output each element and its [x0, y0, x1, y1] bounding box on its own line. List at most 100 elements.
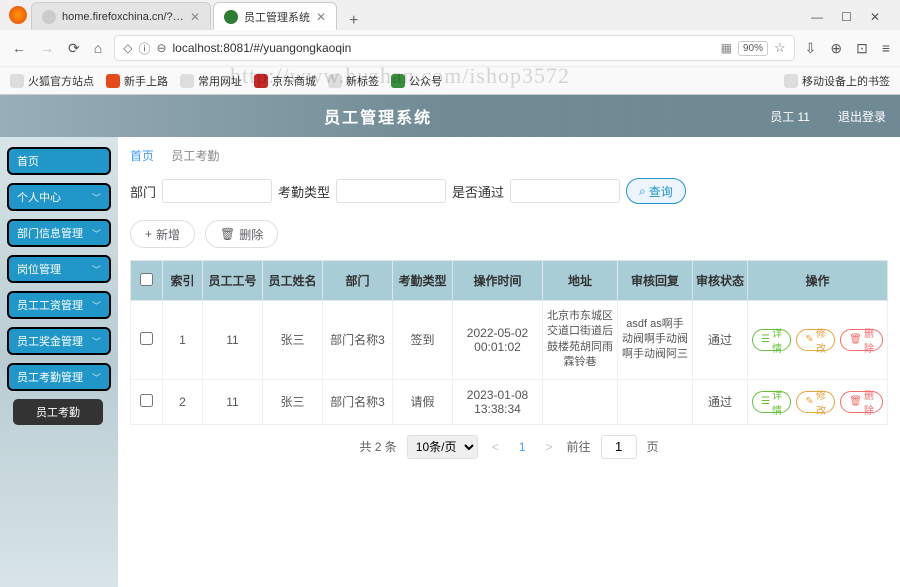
goto-page-input[interactable] [601, 435, 637, 459]
reader-icon[interactable]: ▦ [721, 41, 732, 55]
col-reply: 审核回复 [618, 261, 693, 301]
chevron-down-icon: ﹀ [92, 299, 101, 312]
cell-reply: asdf as啊手动阀啊手动阀啊手动阀阿三 [618, 301, 693, 380]
page-size-select[interactable]: 10条/页 [407, 435, 478, 459]
select-all-checkbox[interactable] [140, 273, 153, 286]
filter-type-input[interactable] [336, 179, 446, 203]
col-index: 索引 [163, 261, 203, 301]
col-addr: 地址 [543, 261, 618, 301]
browser-tab[interactable]: home.firefoxchina.cn/?from=ext ✕ [31, 2, 211, 30]
zoom-level[interactable]: 90% [738, 41, 768, 56]
filter-pass-input[interactable] [510, 179, 620, 203]
cell-addr [543, 379, 618, 424]
browser-chrome: home.firefoxchina.cn/?from=ext ✕ 员工管理系统 … [0, 0, 900, 95]
sidebar-item-home[interactable]: 首页 [7, 147, 111, 175]
sidebar-item-bonus[interactable]: 员工奖金管理﹀ [7, 327, 111, 355]
app-title: 员工管理系统 [0, 104, 756, 128]
sidebar-item-salary[interactable]: 员工工资管理﹀ [7, 291, 111, 319]
add-button[interactable]: +新增 [130, 220, 195, 248]
minimize-icon[interactable]: — [811, 10, 823, 24]
row-edit-button[interactable]: ✎ 修改 [796, 391, 835, 413]
query-button[interactable]: ⌕查询 [626, 178, 686, 204]
prev-page-icon[interactable]: < [488, 440, 503, 454]
delete-button[interactable]: 🗑删除 [205, 220, 278, 248]
row-delete-button[interactable]: 🗑 删除 [840, 329, 883, 351]
new-tab-button[interactable]: + [339, 12, 368, 30]
filter-bar: 部门 考勤类型 是否通过 ⌕查询 [130, 178, 888, 204]
back-icon[interactable]: ← [10, 40, 28, 56]
account-icon[interactable]: ⊕ [830, 40, 842, 57]
row-delete-button[interactable]: 🗑 删除 [840, 391, 883, 413]
breadcrumb-current: 员工考勤 [171, 149, 219, 163]
close-window-icon[interactable]: ✕ [870, 10, 880, 24]
download-icon[interactable]: ⇩ [805, 40, 817, 57]
bookmark-item[interactable]: 新标签 [328, 73, 379, 89]
filter-dept-label: 部门 [130, 182, 156, 201]
page-icon [391, 74, 405, 88]
row-edit-button[interactable]: ✎ 修改 [796, 329, 835, 351]
mobile-bookmarks[interactable]: 移动设备上的书签 [784, 73, 890, 89]
next-page-icon[interactable]: > [542, 440, 557, 454]
bookmark-item[interactable]: 火狐官方站点 [10, 73, 94, 89]
sidebar-item-dept[interactable]: 部门信息管理﹀ [7, 219, 111, 247]
cell-empno: 11 [203, 301, 263, 380]
close-icon[interactable]: ✕ [190, 10, 200, 24]
cell-dept: 部门名称3 [323, 301, 393, 380]
cell-index: 2 [163, 379, 203, 424]
tab-title: 员工管理系统 [244, 9, 310, 25]
cell-time: 2023-01-08 13:38:34 [453, 379, 543, 424]
mobile-icon [784, 74, 798, 88]
home-icon[interactable]: ⌂ [92, 40, 104, 56]
col-empno: 员工工号 [203, 261, 263, 301]
cell-addr: 北京市东城区交道口街道后鼓楼苑胡同雨霖铃巷 [543, 301, 618, 380]
current-page[interactable]: 1 [513, 440, 532, 454]
info-icon: ⓘ [138, 40, 150, 57]
cell-empno: 11 [203, 379, 263, 424]
col-type: 考勤类型 [393, 261, 453, 301]
bookmark-item[interactable]: 常用网址 [180, 73, 242, 89]
bookmark-star-icon[interactable]: ☆ [774, 40, 786, 56]
page-suffix: 页 [647, 438, 659, 455]
shield-icon: ◇ [123, 41, 132, 55]
favicon-icon [224, 10, 238, 24]
sidebar-sub-attendance[interactable]: 员工考勤 [13, 399, 103, 425]
browser-tabbar: home.firefoxchina.cn/?from=ext ✕ 员工管理系统 … [0, 0, 900, 30]
bookmark-item[interactable]: 新手上路 [106, 73, 168, 89]
browser-tab-active[interactable]: 员工管理系统 ✕ [213, 2, 337, 30]
sidebar-item-attendance[interactable]: 员工考勤管理﹀ [7, 363, 111, 391]
url-input[interactable]: ◇ ⓘ ⊖ localhost:8081/#/yuangongkaoqin ▦ … [114, 35, 794, 61]
col-dept: 部门 [323, 261, 393, 301]
url-text: localhost:8081/#/yuangongkaoqin [173, 41, 715, 55]
trash-icon: 🗑 [849, 334, 862, 345]
extension-icon[interactable]: ⊡ [856, 40, 868, 57]
col-status: 审核状态 [693, 261, 748, 301]
row-detail-button[interactable]: ☰ 详情 [752, 329, 791, 351]
row-checkbox[interactable] [140, 394, 153, 407]
edit-icon: ✎ [805, 334, 813, 345]
plus-icon: + [145, 227, 152, 241]
folder-icon [180, 74, 194, 88]
sidebar-item-profile[interactable]: 个人中心﹀ [7, 183, 111, 211]
sidebar-item-position[interactable]: 岗位管理﹀ [7, 255, 111, 283]
cell-name: 张三 [263, 301, 323, 380]
pager-total: 共 2 条 [359, 438, 396, 455]
table-row: 111张三部门名称3签到2022-05-02 00:01:02北京市东城区交道口… [131, 301, 888, 380]
reload-icon[interactable]: ⟳ [66, 40, 82, 57]
tab-title: home.firefoxchina.cn/?from=ext [62, 11, 184, 23]
logout-link[interactable]: 退出登录 [824, 108, 900, 125]
bookmark-item[interactable]: 京东商城 [254, 73, 316, 89]
forward-icon[interactable]: → [38, 40, 56, 56]
breadcrumb-home[interactable]: 首页 [130, 149, 154, 163]
row-checkbox[interactable] [140, 332, 153, 345]
cell-reply [618, 379, 693, 424]
col-actions: 操作 [748, 261, 888, 301]
row-detail-button[interactable]: ☰ 详情 [752, 391, 791, 413]
bookmark-item[interactable]: 公众号 [391, 73, 442, 89]
filter-dept-input[interactable] [162, 179, 272, 203]
maximize-icon[interactable]: ☐ [841, 10, 852, 24]
menu-icon[interactable]: ≡ [882, 40, 890, 57]
close-icon[interactable]: ✕ [316, 10, 326, 24]
toolbar: +新增 🗑删除 [130, 220, 888, 248]
current-user[interactable]: 员工 11 [756, 108, 824, 125]
cell-name: 张三 [263, 379, 323, 424]
